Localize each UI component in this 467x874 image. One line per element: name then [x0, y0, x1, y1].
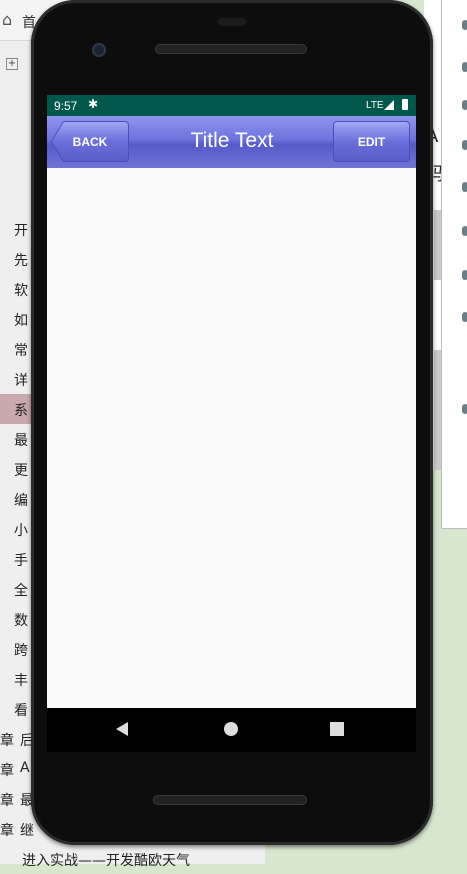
tree-row-label: 软 [14, 283, 28, 299]
gear-icon: ✱ [88, 97, 99, 111]
tree-row-label: 丰 [14, 673, 28, 689]
tool-icon[interactable] [462, 226, 467, 236]
tree-row-label: 跨 [14, 643, 28, 659]
nav-home-icon[interactable] [224, 722, 238, 736]
tool-icon[interactable] [462, 100, 467, 110]
editor-scroll-block [434, 350, 441, 470]
tool-icon[interactable] [462, 140, 467, 150]
chapter-label: 进入实战——开发酷欧天气 [22, 853, 190, 869]
back-button-label: BACK [72, 135, 108, 149]
tree-row-label: 详 [14, 373, 28, 389]
app-screen: 9:57 ✱ LTE BACK Title Text EDIT [47, 95, 416, 708]
nav-back-icon[interactable] [116, 722, 128, 736]
tool-icon[interactable] [462, 182, 467, 192]
chapter-label: A [20, 760, 30, 776]
tree-row-label: 先 [14, 253, 28, 269]
bottom-speaker [153, 795, 307, 805]
nav-recent-apps-icon[interactable] [330, 722, 344, 736]
home-icon[interactable]: ⌂ [2, 10, 12, 29]
chapter-prefix: 章 [0, 733, 14, 749]
tree-row-label: 系 [14, 403, 28, 419]
tree-row-label: 编 [14, 493, 28, 509]
status-bar: 9:57 ✱ LTE [47, 95, 416, 116]
signal-icon [384, 100, 394, 110]
expand-icon[interactable]: + [6, 58, 18, 70]
front-camera-icon [92, 43, 106, 57]
tool-icon[interactable] [462, 312, 467, 322]
earpiece [218, 18, 246, 26]
chapter-prefix: 章 [0, 823, 14, 839]
title-bar: BACK Title Text EDIT [47, 116, 416, 168]
tree-row-label: 开 [14, 223, 28, 239]
chapter-row[interactable]: 进入实战——开发酷欧天气 [0, 844, 265, 874]
chapter-prefix: 章 [0, 763, 14, 779]
tool-icon[interactable] [462, 270, 467, 280]
tree-row-label: 全 [14, 583, 28, 599]
back-button[interactable]: BACK [51, 121, 129, 162]
edit-button-label: EDIT [357, 135, 386, 149]
ide-tool-panel [441, 0, 467, 529]
top-speaker [155, 44, 307, 54]
page-title: Title Text [190, 129, 274, 152]
tree-row-label: 数 [14, 613, 28, 629]
tool-icon[interactable] [462, 404, 467, 414]
chapter-label: 继 [20, 823, 34, 839]
tree-row-label: 常 [14, 343, 28, 359]
tree-row-label: 最 [14, 433, 28, 449]
tree-row-label: 小 [14, 523, 28, 539]
network-label: LTE [366, 100, 384, 111]
edit-button[interactable]: EDIT [333, 121, 410, 162]
tree-row-label: 更 [14, 463, 28, 479]
battery-icon [402, 99, 408, 110]
tool-icon[interactable] [462, 62, 467, 72]
tree-row-label: 看 [14, 703, 28, 719]
tree-row-label: 如 [14, 313, 28, 329]
tree-row-label: 手 [14, 553, 28, 569]
editor-scroll-block [434, 210, 441, 280]
tool-icon[interactable] [462, 20, 467, 30]
chapter-prefix: 章 [0, 793, 14, 809]
android-nav-bar [47, 708, 416, 752]
status-time: 9:57 [54, 99, 78, 113]
